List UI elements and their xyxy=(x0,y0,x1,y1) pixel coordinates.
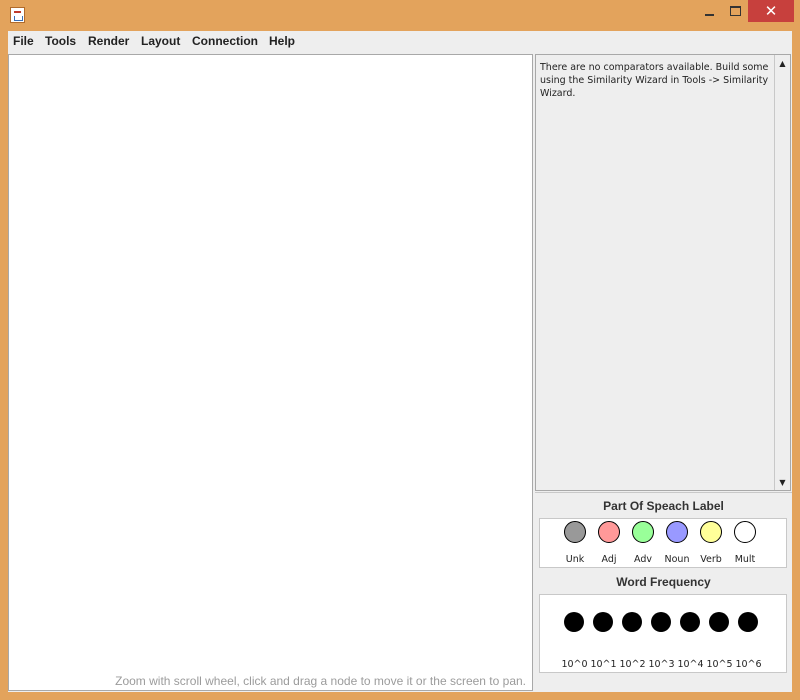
freq-dot xyxy=(564,612,584,632)
pos-circle-mult xyxy=(734,521,756,543)
pos-circle-adv xyxy=(632,521,654,543)
menu-file[interactable]: File xyxy=(13,31,34,53)
pos-label-unk: Unk xyxy=(565,554,585,565)
pos-item-unk: Unk xyxy=(558,519,592,568)
graph-hint-text: Zoom with scroll wheel, click and drag a… xyxy=(115,674,526,688)
menu-tools[interactable]: Tools xyxy=(45,31,76,53)
freq-legend: 10^0 10^1 10^2 10^3 10^4 10^5 10^6 xyxy=(539,594,787,673)
pos-item-verb: Verb xyxy=(694,519,728,568)
menu-help[interactable]: Help xyxy=(269,31,295,53)
freq-dot xyxy=(680,612,700,632)
pos-label-adv: Adv xyxy=(634,554,652,565)
title-bar[interactable]: ✕ xyxy=(0,0,800,30)
minimize-button[interactable] xyxy=(696,0,722,22)
comparators-panel[interactable]: There are no comparators available. Buil… xyxy=(535,54,791,491)
pos-circle-noun xyxy=(666,521,688,543)
arrow-up-icon: ▲ xyxy=(779,58,786,68)
pos-circle-adj xyxy=(598,521,620,543)
comparators-message: There are no comparators available. Buil… xyxy=(540,62,769,99)
freq-label: 10^6 xyxy=(735,659,762,670)
pos-label-verb: Verb xyxy=(700,554,722,565)
pos-legend-title: Part Of Speach Label xyxy=(603,499,724,513)
pos-item-noun: Noun xyxy=(660,519,694,568)
freq-dot xyxy=(709,612,729,632)
close-icon: ✕ xyxy=(764,2,778,20)
minimize-icon xyxy=(704,14,714,16)
scroll-up-button[interactable]: ▲ xyxy=(775,55,790,71)
menu-render[interactable]: Render xyxy=(88,31,129,53)
pos-item-adv: Adv xyxy=(626,519,660,568)
freq-legend-title: Word Frequency xyxy=(616,575,711,589)
scroll-track[interactable] xyxy=(776,71,789,474)
close-button[interactable]: ✕ xyxy=(748,0,794,22)
freq-dot xyxy=(651,612,671,632)
pos-item-adj: Adj xyxy=(592,519,626,568)
graph-canvas[interactable]: Zoom with scroll wheel, click and drag a… xyxy=(8,54,533,691)
client-area: Zoom with scroll wheel, click and drag a… xyxy=(8,53,792,692)
pos-circle-unk xyxy=(564,521,586,543)
arrow-down-icon: ▼ xyxy=(779,477,786,487)
freq-dot xyxy=(593,612,613,632)
pos-legend: Unk Adj Adv Noun Verb Mult xyxy=(539,518,787,568)
pos-label-adj: Adj xyxy=(601,554,617,565)
java-app-icon[interactable] xyxy=(10,7,25,23)
pos-item-mult: Mult xyxy=(728,519,762,568)
app-window: ✕ File Tools Render Layout Connection He… xyxy=(0,0,800,700)
menu-layout[interactable]: Layout xyxy=(141,31,180,53)
menu-connection[interactable]: Connection xyxy=(192,31,258,53)
maximize-icon xyxy=(729,6,741,16)
maximize-button[interactable] xyxy=(722,0,748,22)
menu-bar: File Tools Render Layout Connection Help xyxy=(8,31,792,53)
freq-dot xyxy=(622,612,642,632)
pos-circle-verb xyxy=(700,521,722,543)
freq-item: 10^6 xyxy=(734,595,763,672)
freq-dot xyxy=(738,612,758,632)
legend-panel: Part Of Speach Label Unk Adj Adv Noun Ve… xyxy=(535,492,792,692)
pos-label-noun: Noun xyxy=(664,554,690,565)
scroll-down-button[interactable]: ▼ xyxy=(775,474,790,490)
pos-label-mult: Mult xyxy=(734,554,756,565)
vertical-scrollbar[interactable]: ▲ ▼ xyxy=(774,55,790,490)
